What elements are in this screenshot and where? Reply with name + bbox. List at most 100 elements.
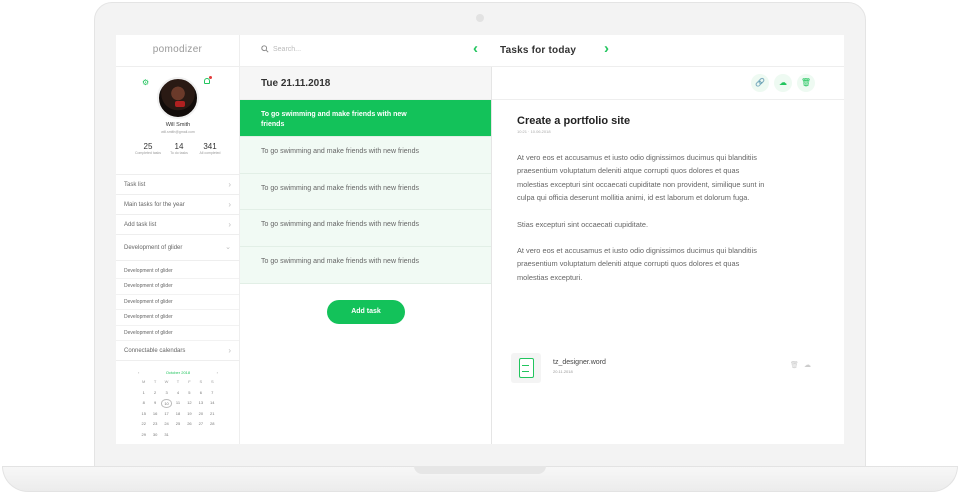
calendar-day[interactable]: 29 [138, 431, 149, 440]
task-item[interactable]: To go swimming and make friends with new… [240, 247, 491, 284]
calendar-day[interactable]: 26 [184, 420, 195, 429]
sidebar-item-label: Add task list [124, 222, 157, 228]
camera-icon [476, 14, 484, 22]
calendar-day[interactable]: 14 [207, 399, 218, 408]
calendar-day[interactable]: 1 [138, 389, 149, 398]
sidebar-subitem[interactable]: Development of glider [116, 326, 239, 341]
attachment-trash-icon[interactable]: 🗑 [790, 361, 799, 369]
chevron-right-icon: › [228, 345, 231, 355]
document-file-icon[interactable] [511, 353, 541, 383]
calendar-day[interactable]: 18 [172, 410, 183, 419]
sidebar-subitem[interactable]: Development of glider [116, 264, 239, 280]
link-icon[interactable]: 🔗 [751, 74, 769, 92]
profile-card: ⚙ Will Smith will.smith@gmail.com 25 Com… [116, 67, 239, 175]
stat-completed: 25 Completed tasks [134, 142, 162, 155]
calendar-day[interactable]: 15 [138, 410, 149, 419]
app-logo[interactable]: pomodizer [116, 35, 239, 67]
sidebar-item-label: Task list [124, 182, 146, 188]
task-item[interactable]: To go swimming and make friends with new… [240, 136, 491, 174]
calendar-weekday: S [199, 379, 203, 384]
search-icon [261, 45, 269, 53]
next-day-button[interactable]: › [604, 40, 609, 57]
profile-email: will.smith@gmail.com [161, 130, 195, 134]
prev-day-button[interactable]: ‹ [473, 40, 478, 57]
attachment-name[interactable]: tz_designer.word [553, 359, 606, 366]
sidebar-subitem[interactable]: Development of glider [116, 295, 239, 311]
sidebar-item-calendars[interactable]: Connectable calendars › [116, 341, 239, 361]
calendar-day[interactable]: 19 [184, 410, 195, 419]
glider-subitems: Development of glider Development of gli… [116, 261, 239, 341]
profile-name: Will Smith [165, 122, 191, 128]
chevron-right-icon: › [228, 180, 231, 189]
stat-label: Completed tasks [134, 151, 162, 155]
stat-label: All completed [199, 151, 221, 155]
calendar-month: October 2018 [165, 370, 191, 375]
profile-stats: 25 Completed tasks 14 To do tasks 341 Al… [134, 142, 224, 155]
attachment-date: 20.11.2018 [553, 369, 573, 374]
task-datetime: 10:21 · 10.06.2018 [517, 129, 551, 134]
calendar-grid: M T W T F S S 1 2 3 4 5 6 7 8 9 10 11 12 13 14 15 16 17 18 19 20 21… [138, 378, 218, 439]
calendar-day[interactable]: 28 [207, 420, 218, 429]
calendar-day[interactable]: 31 [161, 431, 172, 440]
calendar-day[interactable]: 7 [207, 389, 218, 398]
search-box[interactable]: Search... [261, 45, 301, 53]
task-item[interactable]: To go swimming and make friends with new… [240, 173, 491, 211]
calendar-day[interactable]: 24 [161, 420, 172, 429]
calendar-day[interactable]: 2 [149, 389, 160, 398]
calendar-weekday: T [176, 379, 180, 384]
description-paragraph: At vero eos et accusamus et iusto odio d… [517, 153, 765, 203]
calendar-day[interactable]: 6 [195, 389, 206, 398]
calendar-prev-icon[interactable]: ‹ [138, 368, 139, 378]
notification-bell-icon[interactable] [204, 76, 212, 84]
stat-all: 341 All completed [196, 142, 224, 155]
cloud-icon[interactable]: ☁ [774, 74, 792, 92]
calendar-day[interactable]: 4 [172, 389, 183, 398]
sidebar-subitem[interactable]: Development of glider [116, 279, 239, 295]
calendar-day[interactable]: 11 [172, 399, 183, 408]
sidebar-item-main-tasks[interactable]: Main tasks for the year › [116, 195, 239, 215]
search-input[interactable]: Search... [273, 46, 301, 53]
calendar-next-icon[interactable]: › [217, 368, 218, 378]
calendar-weekday: S [210, 379, 214, 384]
chevron-right-icon: › [228, 220, 231, 229]
calendar-weekday: T [153, 379, 157, 384]
calendar-day[interactable]: 12 [184, 399, 195, 408]
calendar-day[interactable]: 27 [195, 420, 206, 429]
task-item[interactable]: To go swimming and make friends with new… [240, 210, 491, 248]
calendar-day[interactable]: 16 [149, 410, 160, 419]
calendar-day[interactable]: 9 [149, 399, 160, 408]
top-bar: Search... ‹ Tasks for today › [240, 35, 844, 67]
chevron-down-icon: ⌄ [225, 244, 231, 251]
task-item[interactable]: To go swimming and make friends with new… [240, 100, 491, 137]
calendar-day[interactable]: 22 [138, 420, 149, 429]
calendar-day[interactable]: 3 [161, 389, 172, 398]
task-date-header: Tue 21.11.2018 [240, 67, 491, 100]
calendar-day[interactable]: 10 [160, 399, 173, 408]
description-paragraph: Stias excepturi sint occaecati cupiditat… [517, 219, 649, 229]
calendar-day[interactable]: 23 [149, 420, 160, 429]
calendar-day[interactable]: 30 [149, 431, 160, 440]
calendar-day[interactable]: 13 [195, 399, 206, 408]
task-detail: 🔗 ☁ 🗑 Create a portfolio site 10:21 · 10… [492, 67, 844, 444]
calendar-day[interactable]: 17 [161, 410, 172, 419]
calendar-day[interactable]: 8 [138, 399, 149, 408]
add-task-button[interactable]: Add task [327, 300, 405, 324]
settings-gear-icon[interactable]: ⚙ [142, 78, 149, 87]
calendar-day[interactable]: 21 [207, 410, 218, 419]
laptop-notch [414, 466, 546, 474]
calendar-day[interactable]: 20 [195, 410, 206, 419]
mini-calendar: ‹ October 2018 › M T W T F S S 1 2 3 4 5 6 7 8 9 10 11 12 1… [138, 368, 218, 439]
calendar-day[interactable]: 25 [172, 420, 183, 429]
calendar-weekday: F [188, 379, 191, 384]
sidebar-item-add-task-list[interactable]: Add task list › [116, 215, 239, 235]
sidebar-subitem[interactable]: Development of glider [116, 310, 239, 326]
calendar-day[interactable]: 5 [184, 389, 195, 398]
avatar[interactable] [157, 77, 199, 119]
detail-toolbar: 🔗 ☁ 🗑 [492, 67, 844, 100]
attachment-cloud-icon[interactable]: ☁ [804, 361, 811, 369]
stat-todo: 14 To do tasks [165, 142, 193, 155]
sidebar-item-glider[interactable]: Development of glider ⌄ [116, 235, 239, 261]
trash-icon[interactable]: 🗑 [797, 74, 815, 92]
calendar-weekday: M [142, 379, 146, 384]
sidebar-item-task-list[interactable]: Task list › [116, 175, 239, 195]
